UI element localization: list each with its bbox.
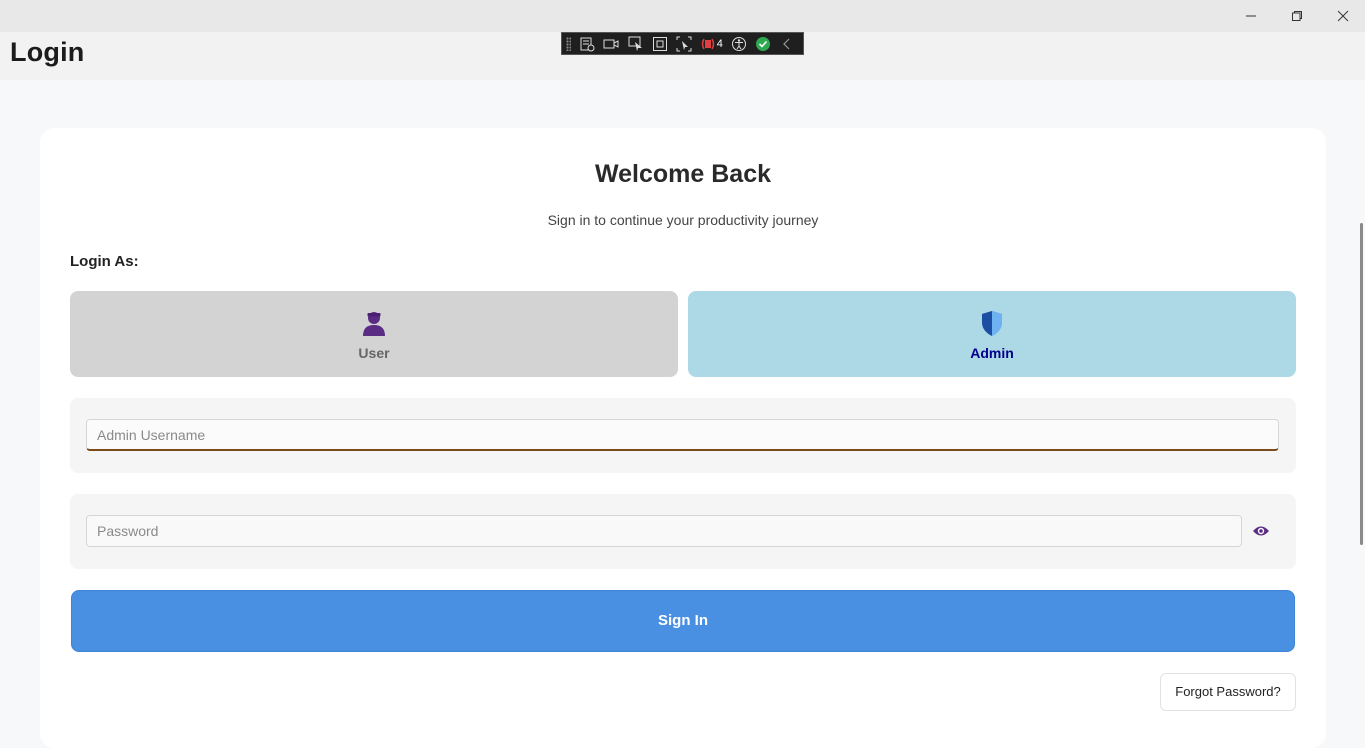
minimize-icon [1246,15,1256,17]
binding-failures-icon [701,38,714,49]
track-focus-icon [676,36,692,51]
binding-failures-count: 4 [716,37,723,50]
select-element-button[interactable] [627,36,643,52]
binding-failures-button[interactable] [700,36,716,52]
role-admin-button[interactable]: Admin [688,291,1296,377]
role-user-label: User [358,345,390,361]
role-user-button[interactable]: User [70,291,678,377]
hot-reload-status-button[interactable] [755,36,771,52]
display-layout-adorners-icon [652,36,667,51]
xaml-debug-toolbar: 4 [561,32,804,55]
password-field-container [70,494,1296,569]
welcome-heading: Welcome Back [594,160,771,188]
chevron-left-icon [783,38,790,49]
drag-grip-icon[interactable] [566,36,572,51]
display-adorners-button[interactable] [652,36,668,52]
shield-icon [982,311,1002,336]
live-visual-tree-icon [580,37,595,51]
hot-reload-ok-icon [755,36,770,51]
person-icon [363,312,385,336]
role-admin-label: Admin [970,345,1014,361]
accessibility-button[interactable] [731,36,747,52]
maximize-button[interactable] [1274,0,1320,32]
live-visual-tree-button[interactable] [579,36,595,52]
video-icon [603,39,619,48]
sign-in-button[interactable]: Sign In [71,590,1295,652]
select-element-icon [628,36,642,51]
page-title: Login [10,37,85,67]
track-focus-button[interactable] [676,36,692,52]
restore-icon [1292,11,1302,21]
video-button[interactable] [603,36,619,52]
forgot-password-button[interactable]: Forgot Password? [1160,673,1296,711]
username-field-container [70,398,1296,473]
minimize-button[interactable] [1228,0,1274,32]
welcome-subtitle: Sign in to continue your productivity jo… [547,212,819,228]
window-titlebar [0,0,1365,32]
scrollbar-thumb[interactable] [1360,223,1363,545]
password-input[interactable] [86,515,1242,547]
eye-icon[interactable] [1252,524,1270,538]
login-card: Welcome Back Sign in to continue your pr… [40,128,1326,748]
admin-username-input[interactable] [86,419,1279,451]
accessibility-icon [731,36,746,51]
collapse-toolbar-button[interactable] [779,36,795,52]
close-icon [1337,10,1349,22]
login-as-label: Login As: [70,253,139,270]
close-button[interactable] [1320,0,1365,32]
